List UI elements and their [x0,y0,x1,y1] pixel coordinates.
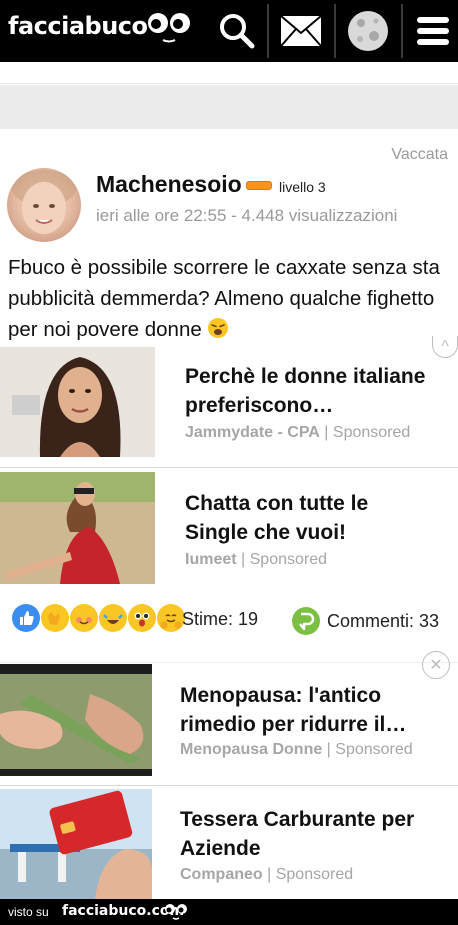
ad-sponsored-label: Sponsored [275,866,354,883]
ad-image[interactable] [0,664,152,776]
blushing-face-icon[interactable] [70,604,98,632]
ad-source-name[interactable]: Jammydate - CPA [185,424,320,441]
ad-sponsored-label: Sponsored [332,424,411,441]
comments-count[interactable]: Commenti: 33 [327,611,439,632]
post-text: Fbuco è possibile scorrere le caxxate se… [8,252,452,345]
likes-count[interactable]: Stime: 19 [182,609,258,630]
ad-sponsored-label: Sponsored [335,741,413,758]
divider [0,785,458,786]
comment-icon[interactable] [292,607,320,635]
search-icon[interactable] [212,6,262,56]
divider [401,4,403,58]
post-category[interactable]: Vaccata [391,146,448,164]
ad-source: Iumeet | Sponsored [185,551,328,568]
top-bar: facciabuco [0,0,458,62]
level-badge [246,181,272,190]
wow-face-icon[interactable] [128,604,156,632]
ad-source: Menopausa Donne | Sponsored [180,741,413,758]
weary-face-icon [208,318,229,338]
mail-icon[interactable] [276,6,326,56]
ad-image[interactable] [0,789,152,899]
divider [0,662,458,663]
ad-title[interactable]: Perchè le donne italiane preferiscono… [185,362,445,420]
author-name[interactable]: Machenesoio [96,171,242,198]
ad-sponsored-label: Sponsored [249,551,328,568]
divider [334,4,336,58]
sub-bar [0,62,458,84]
ad-title[interactable]: Menopausa: l'antico rimedio per ridurre … [180,681,450,739]
ad-title[interactable]: Tessera Carburante per Aziende [180,805,440,863]
laughing-face-icon[interactable] [99,604,127,632]
grey-strip [0,85,458,129]
avatar[interactable] [7,168,81,242]
logo-eyes-icon [165,904,187,920]
author-level: livello 3 [279,179,326,195]
footer-bar: visto su facciabuco.com [0,899,458,925]
post-meta: ieri alle ore 22:55 - 4.448 visualizzazi… [96,206,398,225]
divider [0,467,458,468]
footer-visto-su: visto su [8,905,49,919]
ad-source: Jammydate - CPA | Sponsored [185,424,411,441]
clapping-hands-icon[interactable] [41,604,69,632]
ad-close-icon[interactable]: ^ [432,336,458,358]
ad-image[interactable] [0,472,155,584]
thumbs-up-icon[interactable] [12,604,40,632]
reactions-bar[interactable] [12,604,186,636]
ad-image[interactable] [0,347,155,457]
divider [267,4,269,58]
ad-source-name[interactable]: Iumeet [185,551,237,568]
ad-source-name[interactable]: Companeo [180,866,263,883]
logo-eyes-icon [148,13,190,43]
moon-icon[interactable] [343,6,393,56]
ad-source-name[interactable]: Menopausa Donne [180,741,322,758]
ad-title[interactable]: Chatta con tutte le Single che vuoi! [185,489,425,547]
hugging-face-icon[interactable] [157,604,185,632]
ad-close-icon[interactable]: ✕ [422,651,450,679]
ad-source: Companeo | Sponsored [180,866,354,883]
menu-icon[interactable] [408,6,458,56]
site-logo[interactable]: facciabuco [8,12,148,40]
